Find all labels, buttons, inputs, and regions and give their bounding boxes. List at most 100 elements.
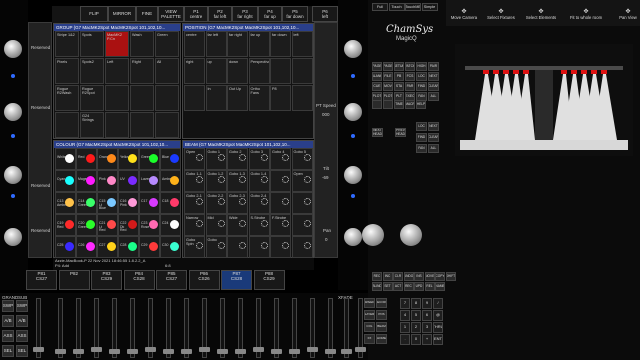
mirror-button[interactable]: MIRROR [108,6,136,22]
group-cell[interactable]: MacMK2 P.Cn [105,31,129,57]
console-key[interactable]: CLEAR [428,133,439,142]
playback-p4[interactable]: P4 far up [258,6,282,22]
fader-handle[interactable] [289,349,300,354]
position-cell[interactable]: far left [205,31,227,57]
colour-cell[interactable]: UV [118,170,139,192]
beam-cell[interactable]: Narrow [184,214,205,236]
fader-handle[interactable] [33,347,44,352]
console-key[interactable]: SET [382,282,393,291]
group-cell[interactable]: All [155,58,179,84]
position-cell[interactable]: Ortho Fans [248,85,270,111]
beam-cell[interactable]: Gobo 2-2 [205,192,227,214]
console-key[interactable]: PREV HEAD [395,128,406,137]
beam-cell[interactable] [270,236,291,258]
console-key[interactable]: CLEAR [428,82,439,91]
group-cell[interactable]: Pixels [55,58,79,84]
cue-button[interactable]: P87 CS28 [221,270,252,290]
console-key[interactable]: PATCH [405,62,415,71]
position-cell[interactable] [270,58,291,84]
encoder-knob-3[interactable] [4,166,22,184]
console-key[interactable] [383,100,393,109]
colour-cell[interactable]: C26 [76,236,97,258]
numpad-key[interactable]: 3 [422,322,432,333]
playback-p5[interactable]: P5 far down [282,6,308,22]
console-key[interactable]: FILE [383,72,393,81]
colour-cell[interactable]: C23 Rose [139,214,160,236]
numpad-key[interactable]: 6 [422,310,432,321]
group-cell[interactable]: Right [130,58,154,84]
view-palette-button[interactable]: VIEW PALETTE [158,6,184,22]
console-key[interactable]: UNDO [403,272,414,281]
colour-cell[interactable]: C16 Pink [118,192,139,214]
position-cell[interactable]: centre [184,31,205,57]
fader-handle[interactable] [199,347,210,352]
console-key[interactable]: NEXT HEAD [372,128,383,137]
console-key[interactable]: PB [394,72,404,81]
fader-handle[interactable] [145,347,156,352]
beam-cell[interactable]: Gobo 1-2 [205,170,227,192]
group-cell[interactable] [155,85,179,111]
right-encoder-knob-2[interactable] [344,103,362,121]
beam-cell[interactable]: Gobo 2-3 [227,192,248,214]
beam-cell[interactable]: Open [291,170,313,192]
beam-cell[interactable]: Gobo 1 [205,148,227,170]
window-tab[interactable]: TouchMB [405,3,421,11]
group-cell[interactable] [105,85,129,111]
numpad-key[interactable]: 9 [422,298,432,309]
group-cell[interactable]: Spots2 [80,58,104,84]
numpad-key[interactable]: ENT [433,334,443,345]
numpad-key[interactable]: @ [433,310,443,321]
beam-cell[interactable] [291,214,313,236]
group-cell[interactable]: Rogue R2Wash [55,85,79,111]
fader-side-button[interactable]: SWP [16,300,28,312]
console-key[interactable] [372,100,382,109]
beam-cell[interactable]: Gobo 3 [248,148,270,170]
viz-tool-button[interactable]: ✥ Select Elements [522,5,560,24]
console-key[interactable]: NEXT [428,72,439,81]
position-cell[interactable] [291,58,313,84]
cue-button[interactable]: P83 CS29 [91,270,122,290]
colour-cell[interactable]: Red [76,148,97,170]
beam-cell[interactable]: Mid [205,214,227,236]
colour-cell[interactable]: Yellow [118,148,139,170]
group-cell[interactable]: Green [155,31,179,57]
fader-handle[interactable] [341,349,352,354]
viz-tool-button[interactable]: ✥ Select Fixtures [482,5,520,24]
beam-cell[interactable] [291,192,313,214]
group-cell[interactable]: Left [105,58,129,84]
beam-cell[interactable]: Gobo 1-1 [184,170,205,192]
console-key[interactable]: HELP [416,100,426,109]
position-cell[interactable]: far up [248,31,270,57]
fader-side-button[interactable]: ASS [2,330,14,342]
console-key[interactable]: FAN [416,144,427,153]
fader-handle[interactable] [307,347,318,352]
group-cell[interactable] [155,112,179,138]
colour-cell[interactable]: C30 [160,236,181,258]
console-key[interactable]: COPY [435,272,445,281]
beam-cell[interactable]: Gobo 5 [291,148,313,170]
fine-button[interactable]: FINE [136,6,158,22]
numpad-key[interactable]: + [422,334,432,345]
colour-cell[interactable]: Green [139,148,160,170]
console-key[interactable]: LOC [416,72,427,81]
colour-cell[interactable]: C20 Green [76,214,97,236]
console-key[interactable]: POS [376,310,387,320]
group-cell[interactable]: Rogue R2Spot [80,85,104,111]
position-cell[interactable] [291,85,313,111]
fader-side-button[interactable]: SEL [2,345,14,357]
fader-handle[interactable] [55,349,66,354]
colour-cell[interactable]: Blue [160,148,181,170]
colour-cell[interactable]: C24 [160,214,181,236]
right-encoder-knob-4[interactable] [344,228,362,246]
fader-side-button[interactable]: A/B [2,315,14,327]
group-cell[interactable]: Spots [80,31,104,57]
beam-cell[interactable]: Wide [227,214,248,236]
viz-tool-button[interactable]: ✥ Fit to whole room [562,5,610,24]
position-cell[interactable]: far down [270,31,291,57]
fader-handle[interactable] [325,349,336,354]
group-cell[interactable] [130,85,154,111]
colour-cell[interactable]: Amber [160,170,181,192]
colour-cell[interactable]: Lavender [139,170,160,192]
window-tab[interactable]: Full [372,3,388,11]
console-key[interactable]: REC [372,272,382,281]
